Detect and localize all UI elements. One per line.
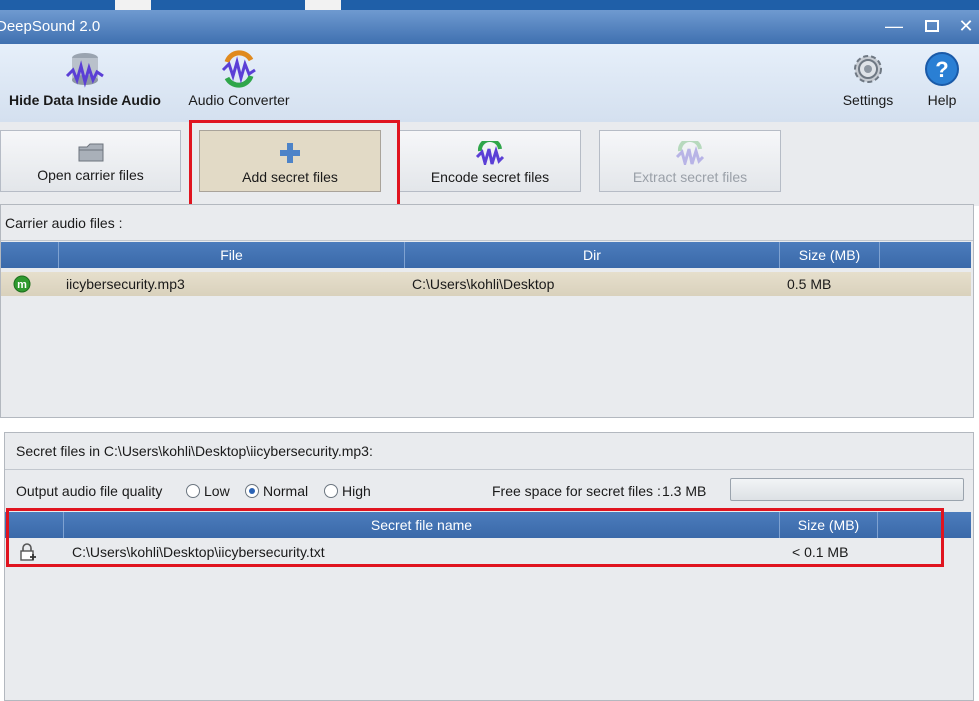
free-space-progress-bar <box>730 478 964 501</box>
column-header-dir[interactable]: Dir <box>405 242 780 268</box>
carrier-file-dir: C:\Users\kohli\Desktop <box>412 276 555 292</box>
encode-icon <box>475 141 505 165</box>
quality-radio-high[interactable]: High <box>324 483 371 499</box>
action-toolbar: Open carrier files Add secret files Enco… <box>0 122 979 206</box>
free-space-label: Free space for secret files : <box>492 483 661 499</box>
add-secret-files-button[interactable]: Add secret files <box>199 130 381 192</box>
desktop-icon <box>305 0 341 10</box>
carrier-section-label: Carrier audio files : <box>5 215 123 231</box>
lock-add-icon <box>20 543 36 561</box>
table-row[interactable]: m iicybersecurity.mp3 C:\Users\kohli\Des… <box>1 272 971 296</box>
hide-data-button[interactable]: Hide Data Inside Audio <box>0 50 170 108</box>
carrier-grid-header: File Dir Size (MB) <box>1 242 971 268</box>
column-header-size[interactable]: Size (MB) <box>780 242 880 268</box>
carrier-file-name: iicybersecurity.mp3 <box>66 276 185 292</box>
column-header-filler <box>880 242 971 268</box>
settings-label: Settings <box>842 92 894 108</box>
plus-icon <box>280 143 300 163</box>
ribbon: Hide Data Inside Audio Audio Converter S… <box>0 44 979 123</box>
secret-file-size: < 0.1 MB <box>792 544 849 560</box>
quality-radio-low[interactable]: Low <box>186 483 230 499</box>
title-bar: DeepSound 2.0 — ✕ <box>0 10 979 44</box>
quality-radio-normal[interactable]: Normal <box>245 483 308 499</box>
audio-converter-icon <box>221 50 256 88</box>
secret-panel: Secret files in C:\Users\kohli\Desktop\i… <box>4 432 974 701</box>
radio-icon <box>186 484 200 498</box>
audio-converter-label: Audio Converter <box>188 92 290 108</box>
open-carrier-files-button[interactable]: Open carrier files <box>0 130 181 192</box>
hide-data-label: Hide Data Inside Audio <box>9 92 161 108</box>
folder-icon <box>78 143 103 162</box>
carrier-panel: Carrier audio files : File Dir Size (MB)… <box>0 204 974 418</box>
column-header-secret-file-name[interactable]: Secret file name <box>64 512 780 538</box>
divider <box>1 240 973 241</box>
gear-icon <box>854 55 882 83</box>
add-secret-files-label: Add secret files <box>242 169 338 185</box>
column-header-size[interactable]: Size (MB) <box>780 512 878 538</box>
desktop-icon <box>115 0 151 10</box>
secret-grid-header: Secret file name Size (MB) <box>5 512 971 538</box>
column-header-icon[interactable] <box>5 512 64 538</box>
column-header-file[interactable]: File <box>59 242 405 268</box>
column-header-icon[interactable] <box>1 242 59 268</box>
divider <box>5 469 973 470</box>
quality-label: Output audio file quality <box>16 483 163 499</box>
svg-text:?: ? <box>935 57 948 82</box>
audio-converter-button[interactable]: Audio Converter <box>180 50 298 108</box>
help-label: Help <box>927 92 957 108</box>
svg-text:m: m <box>17 279 27 291</box>
maximize-icon[interactable] <box>918 14 946 38</box>
settings-button[interactable]: Settings <box>836 50 900 108</box>
radio-icon <box>324 484 338 498</box>
encode-secret-files-label: Encode secret files <box>430 169 550 185</box>
free-space-value: 1.3 MB <box>662 483 707 499</box>
extract-icon <box>675 141 705 165</box>
open-carrier-files-label: Open carrier files <box>37 167 144 183</box>
carrier-file-size: 0.5 MB <box>787 276 832 292</box>
quality-option-label: Low <box>204 483 230 499</box>
extract-secret-files-button[interactable]: Extract secret files <box>599 130 781 192</box>
extract-secret-files-label: Extract secret files <box>632 169 748 185</box>
desktop-strip <box>0 0 979 10</box>
help-button[interactable]: ? Help <box>916 50 968 108</box>
close-icon[interactable]: ✕ <box>952 14 979 38</box>
quality-option-label: Normal <box>263 483 309 499</box>
encode-secret-files-button[interactable]: Encode secret files <box>399 130 581 192</box>
secret-file-name: C:\Users\kohli\Desktop\iicybersecurity.t… <box>72 544 325 560</box>
audio-file-icon: m <box>13 275 31 293</box>
window-title: DeepSound 2.0 <box>0 18 101 35</box>
minimize-icon[interactable]: — <box>880 14 908 38</box>
help-icon: ? <box>925 52 959 86</box>
secret-section-label: Secret files in C:\Users\kohli\Desktop\i… <box>16 443 373 459</box>
database-audio-icon <box>65 53 104 88</box>
column-header-filler <box>878 512 971 538</box>
radio-selected-icon <box>245 484 259 498</box>
table-row[interactable]: C:\Users\kohli\Desktop\iicybersecurity.t… <box>5 540 971 564</box>
quality-option-label: High <box>342 483 371 499</box>
